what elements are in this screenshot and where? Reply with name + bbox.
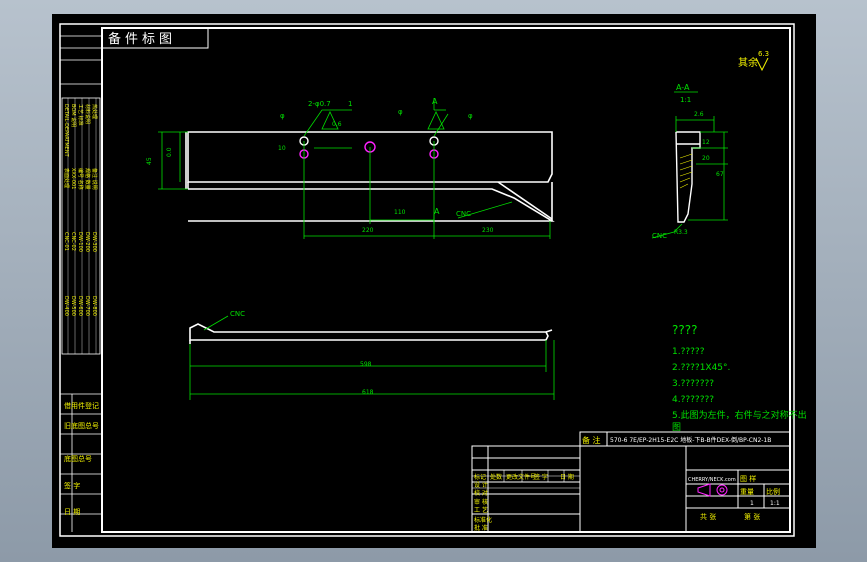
title-row-2: 审 核: [474, 498, 488, 506]
stamp-text: 备件标图: [108, 31, 176, 47]
cnc-label-top: CNC: [456, 210, 471, 218]
title-row-0: 设 计: [474, 481, 488, 489]
side-table-row: 编号 名称: [77, 168, 84, 190]
bottom-view-dims: [189, 315, 555, 400]
tol-mark-1: φ: [280, 112, 285, 120]
side-table-row: BOM 说明: [70, 104, 77, 127]
title-header-0: 标记: [474, 473, 486, 481]
drawing-sheet[interactable]: DETAIL-DEPARTMENT BOM 说明 工艺 标准 材料说明 热处理 表面处理 X…: [52, 14, 816, 548]
hole-callout: 2-φ0.7: [308, 100, 331, 108]
notes-heading: ????: [672, 323, 697, 337]
drawing-canvas: DETAIL-DEPARTMENT BOM 说明 工艺 标准 材料说明 热处理表面处理 X…: [59, 23, 807, 537]
side-table-row: DW-100: [77, 232, 83, 252]
note-4: 4.???????: [672, 395, 714, 405]
top-view-dims: [158, 98, 551, 239]
hole-vertical-dim: 10: [278, 145, 286, 152]
tol-mark-3: φ: [468, 112, 473, 120]
side-table-row: 备注 说明: [91, 168, 98, 190]
side-table: DETAIL-DEPARTMENT BOM 说明 工艺 标准 材料说明 热处理表面处理 X…: [63, 98, 98, 354]
section-hatch: [679, 153, 693, 189]
note-1: 1.?????: [672, 347, 705, 357]
projection-symbol-icon: [697, 483, 728, 497]
section-radius: R3.3: [674, 229, 688, 236]
side-label-4: 日 期: [64, 508, 80, 516]
side-table-row: 表面处理: [63, 168, 70, 188]
section-dim-h1: 12: [702, 139, 710, 146]
flat-dim: 0.6: [332, 121, 342, 128]
dim-230: 230: [482, 227, 494, 234]
note-2: 2.????1X45°.: [672, 363, 730, 373]
side-table-row: CNC-01: [63, 232, 69, 251]
roughness-value: 6.3: [758, 50, 769, 58]
title-qty: 1: [750, 500, 754, 507]
dim-220: 220: [362, 227, 374, 234]
side-table-row: CNC-02: [70, 232, 76, 251]
section-cnc: CNC: [652, 232, 667, 240]
side-label-2: 底图总号: [64, 454, 92, 463]
title-row-3: 工 艺: [474, 506, 488, 514]
section-mark-bottom: A: [434, 207, 440, 216]
note-3: 3.???????: [672, 379, 714, 389]
section-mark-top: A: [432, 97, 438, 106]
section-dim-h2: 20: [702, 155, 710, 162]
dim-598: 598: [360, 361, 372, 368]
side-label-3: 签 字: [64, 481, 80, 490]
title-header-1: 处数: [490, 473, 502, 481]
title-row-4: 标准化: [474, 516, 492, 524]
note-5: 5.此图为左件，右件与之对称不出: [672, 409, 807, 421]
roughness-label: 其余: [738, 56, 758, 69]
side-label-0: 借用件登记: [64, 401, 99, 410]
section-dim-w: 2.6: [694, 111, 704, 118]
title-mat: 图 样: [740, 474, 756, 483]
bottom-view-part: [189, 323, 553, 344]
side-table-row: DW-300: [91, 232, 97, 252]
title-ref-label: 备 注: [582, 435, 601, 445]
title-weight: 重量: [740, 488, 754, 496]
dim-618: 618: [362, 389, 374, 396]
section-title: A-A: [676, 83, 690, 92]
title-header-2: 更改文件号: [506, 473, 536, 481]
title-header-3: 签 字: [534, 473, 548, 481]
side-table-row: DW-400: [63, 296, 69, 316]
left-dim-1: 45: [146, 157, 153, 165]
side-table-row: 规格 数量: [84, 168, 91, 190]
note-5-cont: 图: [672, 422, 681, 433]
section-dim-h3: 67: [716, 171, 724, 178]
side-table-row: XXX-001: [70, 168, 76, 189]
title-scale-label: 比例: [766, 487, 780, 496]
top-view-holes: [299, 136, 439, 159]
side-table-row: DW-200: [84, 232, 90, 252]
side-table-row: DW-700: [84, 296, 90, 316]
side-table-row: DW-500: [70, 296, 76, 316]
bottom-cnc: CNC: [230, 310, 245, 318]
side-table-row: 材料说明: [84, 104, 91, 124]
title-sheet: 共 张: [700, 512, 716, 521]
title-company: CHERRY/NECK.com: [688, 477, 736, 483]
left-dim-2: 0.0: [166, 147, 173, 157]
tol-mark-2: φ: [398, 108, 403, 116]
title-row-1: 校 对: [474, 489, 488, 497]
title-sheet-2: 第 张: [744, 512, 760, 521]
title-ref-text: 570-6 7E/EP-2H15-E2C 地板-下B-B件DEX-倒/BP-CN…: [610, 436, 771, 444]
side-table-row: 热处理: [91, 104, 98, 119]
cad-viewport[interactable]: DETAIL-DEPARTMENT BOM 说明 工艺 标准 材料说明 热处理 表面处理 X…: [0, 0, 867, 562]
side-table-row: 工艺 标准: [77, 104, 84, 126]
title-scale: 1:1: [770, 500, 780, 507]
side-table-row: DW-800: [91, 296, 97, 316]
hole-callout-2: 1: [348, 100, 352, 108]
top-view-part: [185, 131, 555, 222]
side-label-1: 旧底图总号: [64, 421, 99, 430]
section-part: [675, 131, 701, 223]
title-header-4: 日 期: [560, 473, 574, 481]
title-row-5: 批 准: [474, 524, 488, 532]
section-scale: 1:1: [680, 96, 691, 104]
dim-110: 110: [394, 209, 406, 216]
side-table-row: DW-600: [77, 296, 83, 316]
